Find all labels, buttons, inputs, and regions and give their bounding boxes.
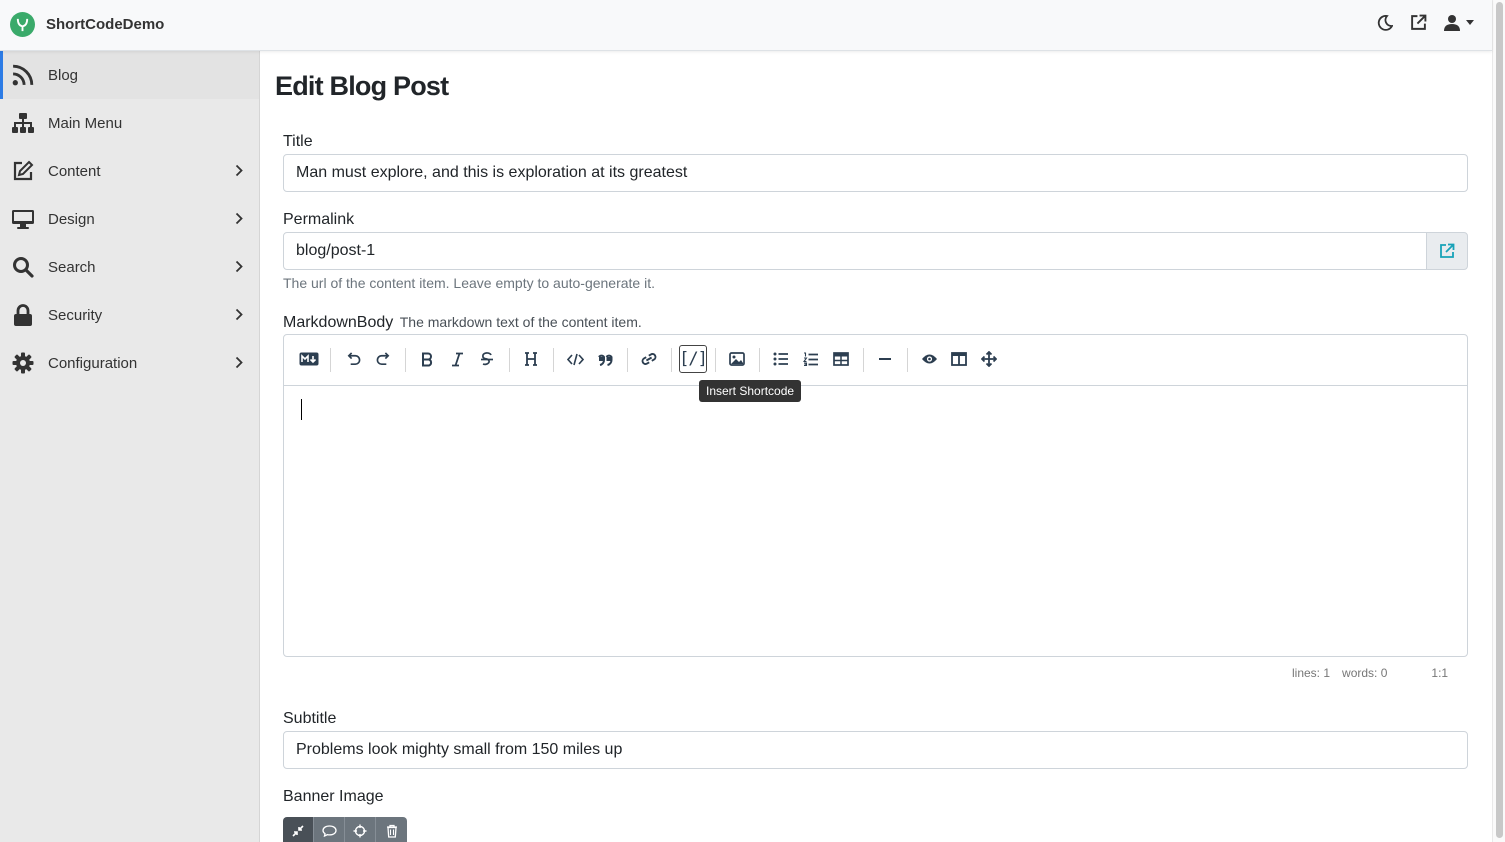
title-label: Title — [283, 133, 313, 150]
image-button[interactable] — [723, 345, 751, 373]
crosshairs-icon — [353, 824, 367, 838]
sidebar: Blog Main Menu Content Design Search Sec… — [0, 51, 260, 842]
line-count: lines: 1 — [1292, 666, 1331, 680]
compress-icon — [292, 825, 304, 837]
chevron-right-icon — [235, 212, 243, 230]
markdown-body-hint: The markdown text of the content item. — [399, 314, 642, 330]
lock-icon — [10, 303, 36, 327]
table-button[interactable] — [827, 345, 855, 373]
sidebar-item-main-menu[interactable]: Main Menu — [0, 99, 259, 147]
sidebar-item-label: Configuration — [48, 354, 138, 372]
permalink-help-text: The url of the content item. Leave empty… — [283, 275, 655, 291]
markdown-toggle-button[interactable] — [295, 345, 323, 373]
sitemap-icon — [10, 111, 36, 135]
shortcode-glyph: [/] — [679, 349, 708, 369]
undo-button[interactable] — [339, 345, 367, 373]
italic-button[interactable] — [443, 345, 471, 373]
permalink-label: Permalink — [283, 211, 355, 228]
sidebar-item-label: Design — [48, 210, 95, 228]
subtitle-input[interactable]: Problems look mighty small from 150 mile… — [283, 731, 1468, 769]
brand-name: ShortCodeDemo — [46, 16, 165, 33]
strikethrough-button[interactable] — [473, 345, 501, 373]
rss-icon — [10, 63, 36, 87]
resize-image-button[interactable] — [283, 817, 314, 842]
main-content: Edit Blog Post Title Man must explore, a… — [260, 51, 1492, 842]
chevron-right-icon — [235, 164, 243, 182]
ordered-list-button[interactable] — [797, 345, 825, 373]
sidebar-item-configuration[interactable]: Configuration — [0, 339, 259, 387]
sidebar-item-label: Content — [48, 162, 101, 180]
cursor-position: 1:1 — [1431, 666, 1449, 680]
sidebar-item-blog[interactable]: Blog — [0, 51, 259, 99]
trash-icon — [386, 824, 398, 838]
brand-logo-icon — [10, 12, 35, 37]
delete-image-button[interactable] — [376, 817, 407, 842]
redo-button[interactable] — [369, 345, 397, 373]
editor-statusbar: lines: 1 words: 0 1:1 — [1280, 666, 1460, 680]
unordered-list-button[interactable] — [767, 345, 795, 373]
banner-image-label: Banner Image — [283, 788, 384, 805]
side-by-side-button[interactable] — [945, 345, 973, 373]
text-cursor — [301, 399, 302, 420]
subtitle-label: Subtitle — [283, 710, 337, 727]
chevron-right-icon — [235, 260, 243, 278]
sidebar-item-label: Blog — [48, 66, 79, 84]
insert-shortcode-tooltip: Insert Shortcode — [699, 380, 802, 402]
edit-icon — [10, 159, 36, 183]
focus-point-button[interactable] — [345, 817, 376, 842]
comment-icon — [321, 825, 337, 837]
brand-link[interactable]: ShortCodeDemo — [10, 12, 164, 37]
fullscreen-button[interactable] — [975, 345, 1003, 373]
search-icon — [10, 255, 36, 279]
markdown-editor[interactable]: [/] Insert Shortcode — [283, 334, 1468, 657]
moon-icon[interactable] — [1377, 14, 1393, 31]
heading-button[interactable] — [517, 345, 545, 373]
permalink-input[interactable]: blog/post-1 — [283, 232, 1427, 270]
caret-down-icon — [1466, 20, 1474, 25]
desktop-icon — [10, 207, 36, 231]
caption-button[interactable] — [314, 817, 345, 842]
external-link-icon — [1439, 243, 1455, 259]
chevron-right-icon — [235, 308, 243, 326]
editor-toolbar: [/] — [284, 335, 1467, 386]
preview-button[interactable] — [915, 345, 943, 373]
horizontal-rule-button[interactable] — [871, 345, 899, 373]
top-navbar: ShortCodeDemo — [0, 0, 1492, 51]
quote-button[interactable] — [591, 345, 619, 373]
banner-image-toolbar — [283, 817, 407, 842]
sidebar-item-design[interactable]: Design — [0, 195, 259, 243]
user-icon — [1444, 14, 1460, 31]
sidebar-item-label: Security — [48, 306, 103, 324]
sidebar-item-search[interactable]: Search — [0, 243, 259, 291]
insert-shortcode-button[interactable]: [/] — [679, 345, 708, 373]
code-button[interactable] — [561, 345, 589, 373]
sidebar-item-label: Search — [48, 258, 96, 276]
page-scrollbar[interactable] — [1492, 0, 1505, 842]
title-input[interactable]: Man must explore, and this is exploratio… — [283, 154, 1468, 192]
user-menu-button[interactable] — [1444, 14, 1474, 31]
scrollbar-thumb[interactable] — [1496, 2, 1503, 838]
gear-icon — [10, 351, 36, 375]
word-count: words: 0 — [1342, 666, 1388, 680]
sidebar-item-content[interactable]: Content — [0, 147, 259, 195]
open-permalink-button[interactable] — [1426, 232, 1468, 270]
external-link-icon[interactable] — [1410, 14, 1427, 31]
link-button[interactable] — [635, 345, 663, 373]
markdown-body-label-text: MarkdownBody — [283, 314, 394, 331]
markdown-body-label: MarkdownBody The markdown text of the co… — [283, 314, 642, 332]
bold-button[interactable] — [413, 345, 441, 373]
sidebar-item-security[interactable]: Security — [0, 291, 259, 339]
sidebar-item-label: Main Menu — [48, 114, 123, 132]
chevron-right-icon — [235, 356, 243, 374]
page-title: Edit Blog Post — [275, 71, 449, 101]
